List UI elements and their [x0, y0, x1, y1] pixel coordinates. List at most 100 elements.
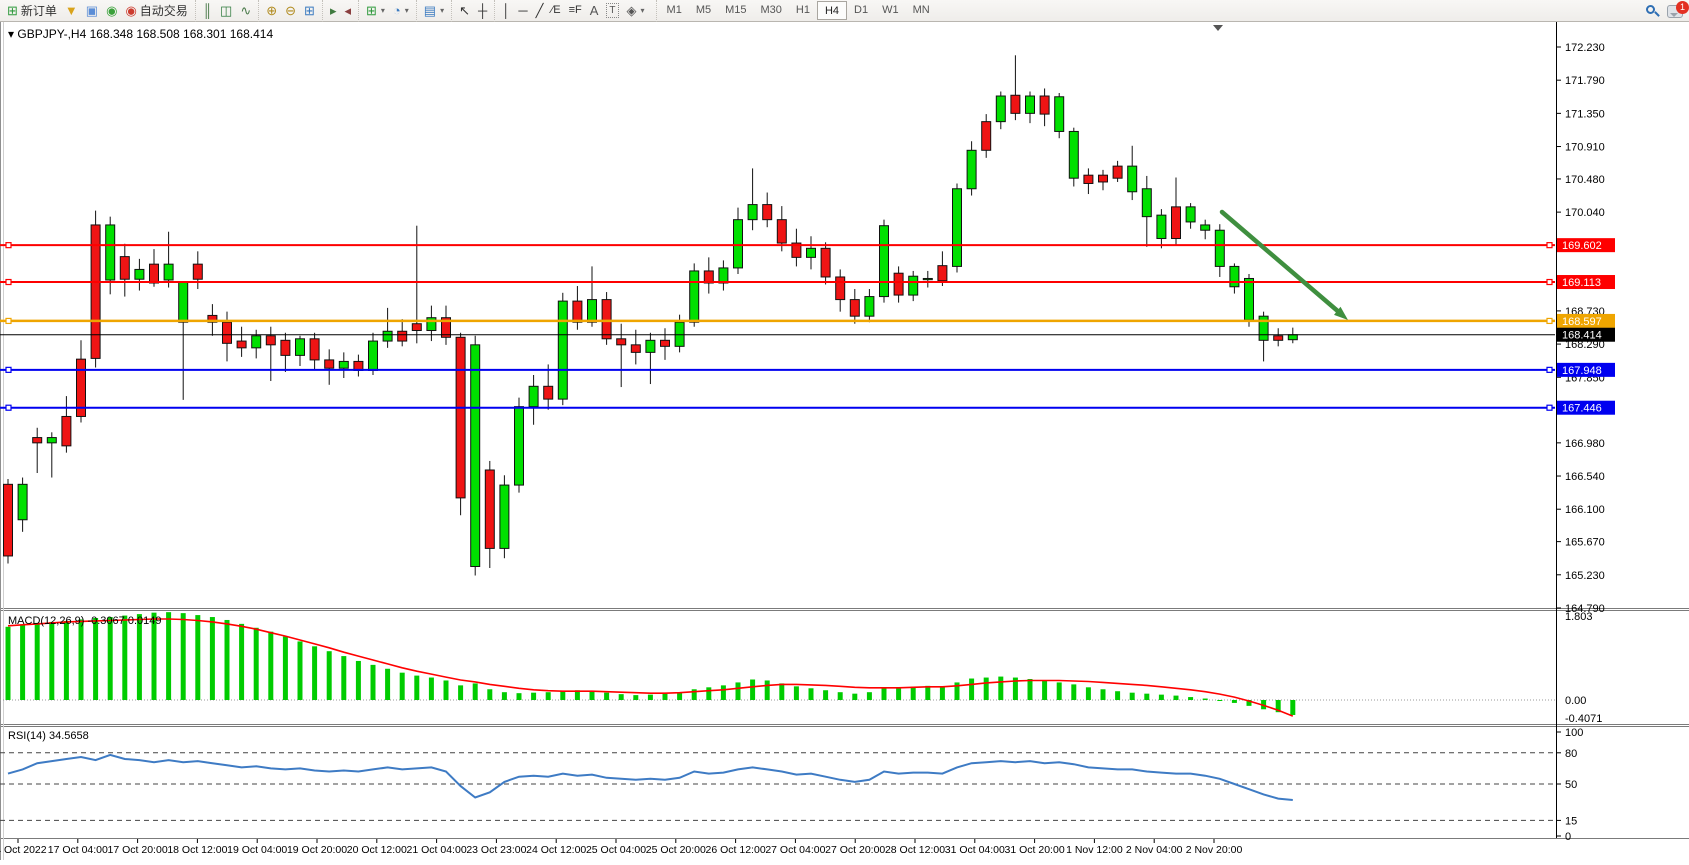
rsi-axis-label: 0 — [1565, 831, 1571, 843]
chart-shift-icon: ◂ — [344, 1, 351, 20]
macd-bar — [108, 617, 113, 700]
macd-bar — [736, 682, 741, 700]
search-tail — [1654, 11, 1660, 17]
candle-up — [967, 150, 976, 188]
bar-chart-button[interactable]: ║ — [199, 1, 216, 20]
search-icon[interactable] — [1645, 4, 1659, 18]
vertical-line-button[interactable]: │ — [498, 1, 514, 20]
time-axis-label: 19 Oct 20:00 — [287, 844, 347, 856]
period-clock-button[interactable]: ◔ — [389, 1, 413, 20]
candlestick-button[interactable]: ◫ — [216, 1, 236, 20]
time-axis-label: 26 Oct 12:00 — [706, 844, 766, 856]
fibonacci-button[interactable]: ≡F — [565, 1, 586, 20]
time-axis-label: 31 Oct 04:00 — [945, 844, 1005, 856]
price-tick-label: 166.980 — [1565, 438, 1605, 450]
timeframe-w1[interactable]: W1 — [875, 1, 906, 20]
macd-bar — [779, 683, 784, 700]
shapes-icon: ◈ — [627, 1, 637, 20]
candlestick-icon: ◫ — [220, 1, 232, 20]
candle-up — [18, 484, 27, 519]
time-axis-label: 2 Nov 04:00 — [1126, 844, 1183, 856]
price-tick-label: 172.230 — [1565, 42, 1605, 54]
chart-shift-marker[interactable] — [1213, 25, 1223, 31]
line-handle[interactable] — [1547, 367, 1552, 372]
timeframe-h1[interactable]: H1 — [789, 1, 817, 20]
candle-up — [106, 225, 115, 280]
macd-bar — [823, 690, 828, 700]
price-tick-label: 170.040 — [1565, 207, 1605, 219]
funnel-button[interactable]: ▼ — [61, 1, 82, 20]
line-handle[interactable] — [1547, 280, 1552, 285]
line-handle[interactable] — [6, 405, 11, 410]
timeframe-mn[interactable]: MN — [906, 1, 937, 20]
toolbar-group: ⊞◔ — [358, 0, 416, 22]
candle-up — [865, 297, 874, 317]
text-button[interactable]: A — [586, 1, 603, 20]
timeframe-m5[interactable]: M5 — [689, 1, 718, 20]
chart-shift-button[interactable]: ◂ — [340, 1, 355, 20]
macd-bar — [911, 687, 916, 700]
candle-down — [4, 484, 13, 556]
candle-down — [1011, 95, 1020, 113]
auto-scroll-button[interactable]: ▸ — [326, 1, 341, 20]
candle-up — [500, 485, 509, 548]
candle-down — [412, 324, 421, 331]
indicators-button[interactable]: ▤ — [420, 1, 448, 20]
candle-up — [807, 248, 816, 257]
line-chart-button[interactable]: ∿ — [236, 1, 255, 20]
line-handle[interactable] — [1547, 243, 1552, 248]
timeframe-m30[interactable]: M30 — [754, 1, 789, 20]
macd-bar — [400, 673, 405, 700]
zoom-out-button[interactable]: ⊖ — [281, 1, 300, 20]
candle-up — [880, 226, 889, 297]
price-level-label: 168.414 — [1562, 330, 1602, 342]
toolbar-button-label: 自动交易 — [140, 2, 188, 19]
tile-windows-button[interactable]: ⊞ — [300, 1, 319, 20]
new-chart-button[interactable]: ⊞ — [362, 1, 389, 20]
timeframe-m15[interactable]: M15 — [718, 1, 753, 20]
zoom-in-button[interactable]: ⊕ — [262, 1, 281, 20]
new-order-button[interactable]: ⊞新订单 — [3, 1, 61, 20]
chart-canvas[interactable]: 172.230171.790171.350170.910170.480170.0… — [0, 22, 1689, 860]
time-axis-label: 25 Oct 04:00 — [586, 844, 646, 856]
line-handle[interactable] — [6, 367, 11, 372]
horizontal-line-icon: ─ — [518, 1, 527, 20]
macd-bar — [225, 620, 230, 700]
toolbar-group: ▤ — [416, 0, 451, 22]
signal-icon: ◉ — [106, 1, 117, 20]
line-handle[interactable] — [6, 280, 11, 285]
candle-up — [47, 438, 56, 443]
chat-icon[interactable]: 1 — [1667, 5, 1683, 18]
autotrade-button[interactable]: ◉自动交易 — [121, 1, 191, 20]
timeframe-m1[interactable]: M1 — [660, 1, 689, 20]
line-handle[interactable] — [1547, 318, 1552, 323]
signal-button[interactable]: ◉ — [102, 1, 121, 20]
candle-up — [1245, 278, 1254, 319]
trendline-button[interactable]: ╱ — [532, 1, 548, 20]
macd-bar — [590, 691, 595, 700]
macd-bar — [414, 676, 419, 700]
candle-up — [252, 336, 261, 348]
candle-up — [909, 276, 918, 295]
macd-bar — [1232, 700, 1237, 703]
line-handle[interactable] — [6, 318, 11, 323]
trend-arrow[interactable] — [1222, 212, 1340, 313]
text-label-button[interactable]: T — [602, 1, 622, 20]
macd-bar — [1101, 689, 1106, 700]
macd-bar — [1290, 700, 1295, 715]
channel-button[interactable]: ∕E — [547, 1, 564, 20]
macd-bar — [998, 677, 1003, 700]
chart-window-button[interactable]: ▣ — [82, 1, 102, 20]
timeframe-h4[interactable]: H4 — [817, 1, 847, 20]
timeframe-d1[interactable]: D1 — [847, 1, 875, 20]
crosshair-button[interactable]: ┼ — [474, 1, 491, 20]
line-handle[interactable] — [6, 243, 11, 248]
candle-down — [938, 266, 947, 281]
line-handle[interactable] — [1547, 405, 1552, 410]
macd-bar — [473, 683, 478, 700]
macd-bar — [487, 689, 492, 700]
horizontal-line-button[interactable]: ─ — [514, 1, 531, 20]
shapes-button[interactable]: ◈ — [623, 1, 649, 20]
cursor-button[interactable]: ↖ — [455, 1, 474, 20]
indicators-icon: ▤ — [424, 1, 436, 20]
